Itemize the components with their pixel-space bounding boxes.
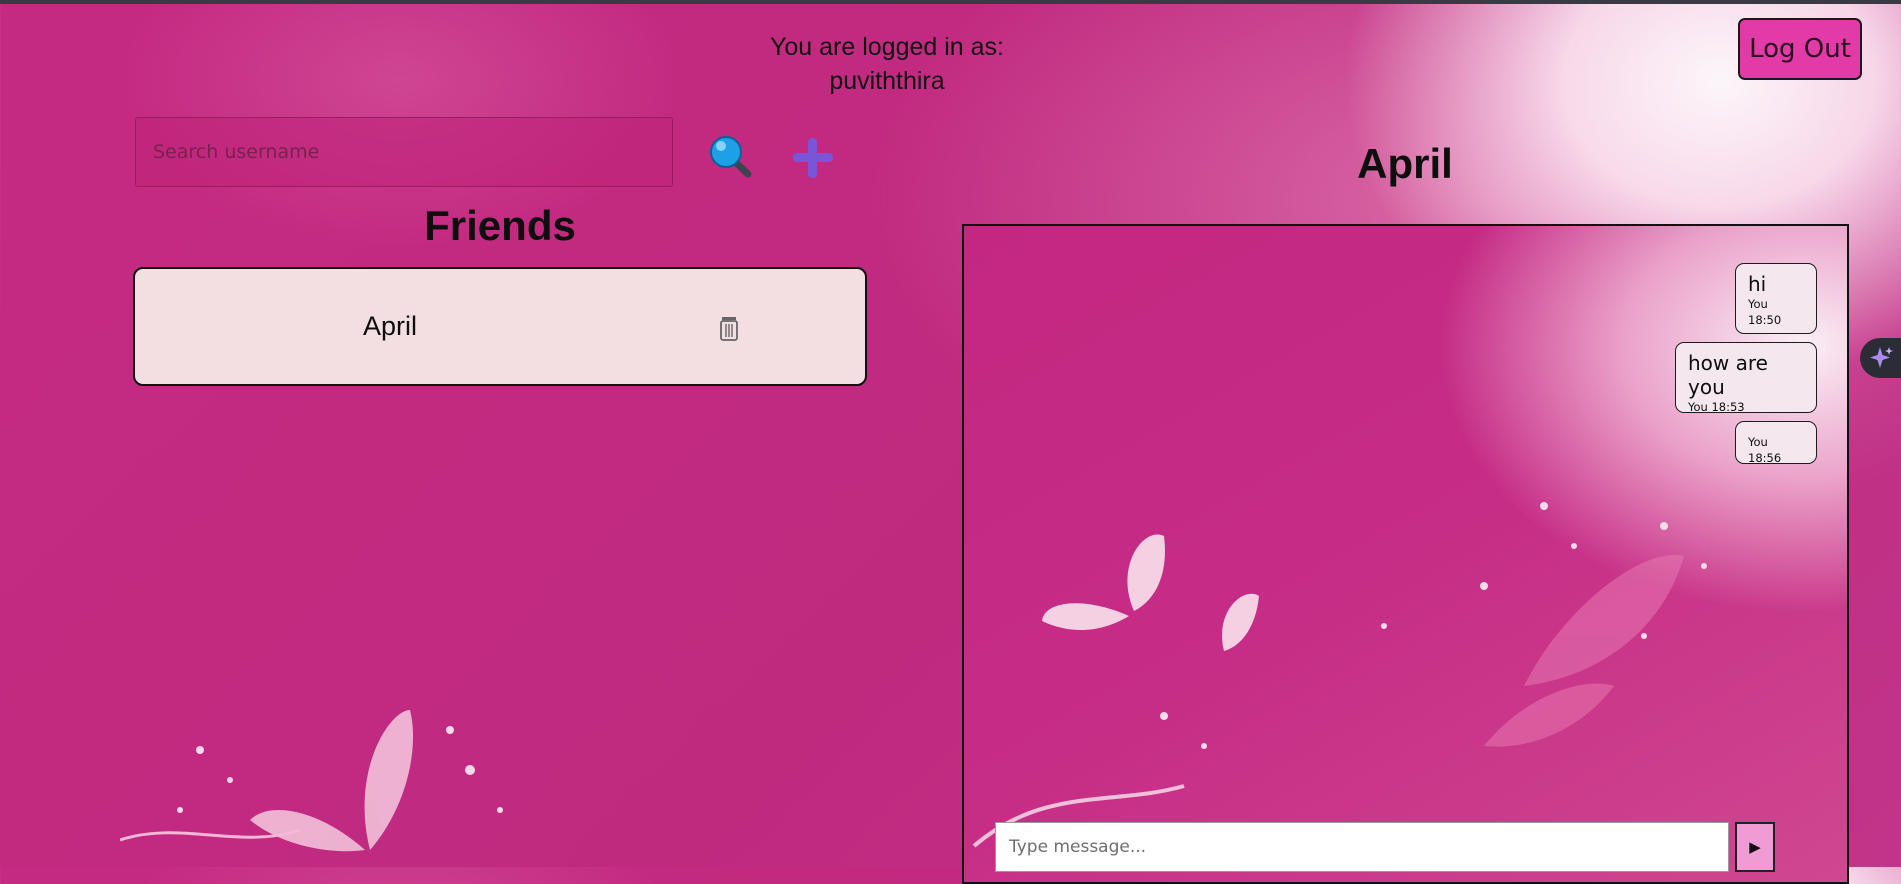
send-button[interactable]: ▶ <box>1735 822 1775 872</box>
message-meta: You 18:50 <box>1748 297 1782 327</box>
plus-icon <box>793 138 833 178</box>
chat-panel: hi You 18:50 how are you You 18:53 You 1… <box>962 224 1849 884</box>
message-input[interactable] <box>995 822 1729 872</box>
search-field <box>135 117 673 187</box>
message-meta: You 18:56 <box>1748 435 1782 465</box>
background-butterfly-decoration <box>120 710 503 852</box>
friend-name[interactable]: April <box>135 269 645 384</box>
browser-top-edge <box>0 0 1901 4</box>
message-text: hi <box>1748 272 1767 296</box>
chat-contact-title: April <box>1357 140 1453 187</box>
logged-in-label: You are logged in as: <box>770 33 1004 61</box>
add-friend-button[interactable] <box>788 133 838 183</box>
sparkle-icon <box>1869 347 1893 368</box>
delete-friend-button[interactable] <box>718 316 740 342</box>
magnifier-icon <box>710 136 752 178</box>
search-button[interactable] <box>706 133 754 181</box>
trash-icon <box>720 317 738 341</box>
message-composer: ▶ <box>995 822 1775 882</box>
message-bubble: hi You 18:50 <box>1735 263 1817 334</box>
logout-button[interactable]: Log Out <box>1738 18 1862 80</box>
friends-heading: Friends <box>424 202 576 249</box>
message-bubble: how are you You 18:53 <box>1675 342 1817 414</box>
message-meta: You 18:53 <box>1688 400 1745 414</box>
assistant-sidebar-toggle[interactable] <box>1860 338 1901 378</box>
friend-item[interactable]: April <box>133 267 867 386</box>
login-status: You are logged in as: puviththira <box>700 30 1074 98</box>
current-username: puviththira <box>829 67 945 95</box>
search-username-input[interactable] <box>136 118 672 186</box>
message-bubble: You 18:56 <box>1735 421 1817 465</box>
message-text: how are you <box>1688 351 1768 399</box>
